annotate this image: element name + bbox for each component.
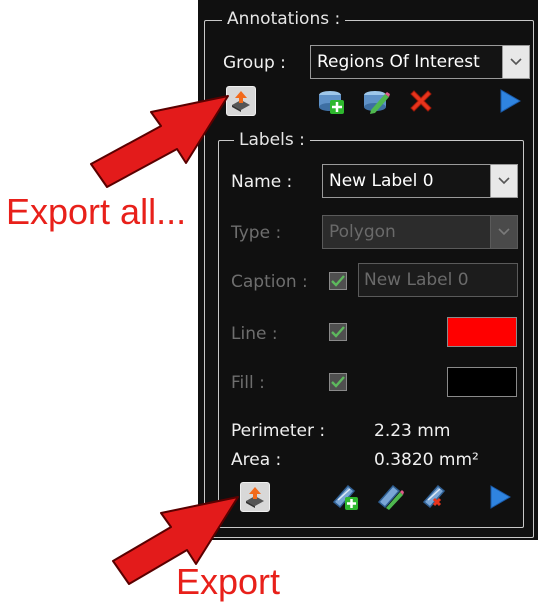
- perimeter-label: Perimeter :: [231, 421, 326, 441]
- play-group-button[interactable]: [494, 86, 524, 116]
- add-label-button[interactable]: [330, 482, 360, 512]
- line-label: Line :: [231, 324, 278, 344]
- edit-label-icon: [377, 484, 404, 510]
- export-callout: Export: [176, 561, 281, 602]
- play-icon: [490, 485, 511, 509]
- group-select-value: Regions Of Interest: [317, 52, 480, 72]
- export-all-button[interactable]: [226, 86, 256, 116]
- delete-group-icon: [410, 90, 432, 112]
- perimeter-value: 2.23 mm: [374, 421, 451, 441]
- export-button[interactable]: [240, 482, 270, 512]
- caption-input[interactable]: New Label 0: [358, 263, 518, 297]
- checkmark-icon: [331, 326, 345, 338]
- name-select-value: New Label 0: [329, 171, 434, 191]
- fill-checkbox[interactable]: [329, 373, 347, 391]
- annotations-panel: Annotations : Group : Regions Of Interes…: [198, 0, 538, 540]
- name-label: Name :: [231, 172, 293, 192]
- play-icon: [500, 89, 521, 113]
- add-group-button[interactable]: [316, 86, 346, 116]
- caption-label: Caption :: [231, 272, 308, 292]
- delete-label-button[interactable]: [420, 482, 450, 512]
- export-all-callout: Export all...: [6, 191, 187, 232]
- add-group-icon: [319, 91, 344, 114]
- line-color-swatch[interactable]: [447, 317, 517, 347]
- annotations-title: Annotations :: [222, 9, 346, 29]
- export-icon: [246, 487, 264, 508]
- type-select[interactable]: Polygon: [322, 215, 518, 249]
- add-label-icon: [332, 484, 358, 510]
- line-checkbox[interactable]: [329, 323, 347, 341]
- area-value: 0.3820 mm²: [374, 450, 479, 470]
- group-label: Group :: [223, 53, 286, 73]
- labels-title: Labels :: [234, 130, 310, 150]
- name-select[interactable]: New Label 0: [322, 164, 518, 198]
- chevron-down-icon[interactable]: [502, 46, 529, 78]
- chevron-down-icon[interactable]: [490, 165, 517, 197]
- export-all-icon: [232, 91, 250, 112]
- type-label: Type :: [231, 223, 282, 243]
- group-select[interactable]: Regions Of Interest: [310, 45, 530, 79]
- fill-color-swatch[interactable]: [447, 367, 517, 397]
- type-select-value: Polygon: [329, 222, 396, 242]
- checkmark-icon: [331, 275, 345, 287]
- fill-label: Fill :: [231, 373, 265, 393]
- play-label-button[interactable]: [484, 482, 514, 512]
- edit-group-button[interactable]: [361, 86, 391, 116]
- checkmark-icon: [331, 376, 345, 388]
- chevron-down-icon[interactable]: [490, 216, 517, 248]
- edit-group-icon: [364, 91, 390, 114]
- edit-label-button[interactable]: [375, 482, 405, 512]
- delete-label-icon: [422, 484, 446, 509]
- caption-checkbox[interactable]: [329, 272, 347, 290]
- delete-group-button[interactable]: [406, 86, 436, 116]
- area-label: Area :: [231, 450, 282, 470]
